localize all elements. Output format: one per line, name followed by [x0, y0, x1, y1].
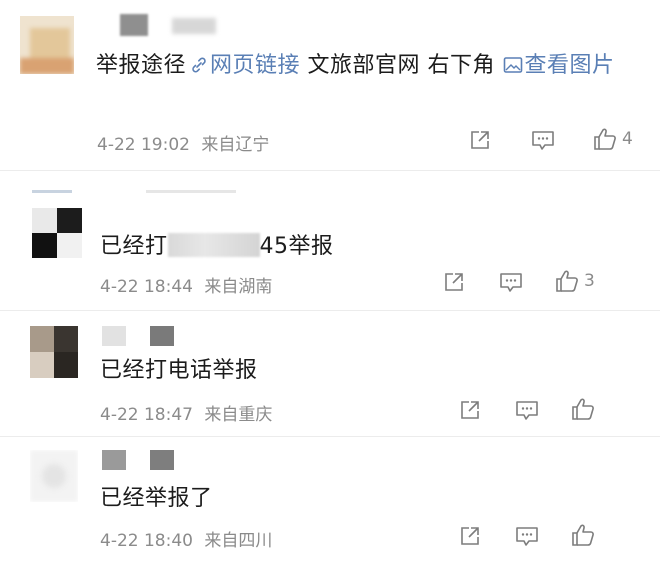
comment-time: 4-22 19:02: [97, 135, 190, 155]
share-icon: [471, 131, 489, 149]
comment-meta: 4-22 19:02 来自辽宁: [97, 130, 269, 155]
view-image-label: 查看图片: [524, 53, 615, 78]
comment-item: 已经打 45举报 4-22 18:44 来自湖南 3: [0, 172, 660, 308]
comment-time: 4-22 18:44: [100, 277, 193, 297]
web-link[interactable]: 网页链接: [186, 53, 300, 78]
comment-text: 已经举报了: [100, 486, 213, 511]
comment-location: 来自湖南: [204, 277, 273, 297]
comment-item: 举报途径 网页链接 文旅部官网 右下角 查看图片 4-22 19:02 来自辽宁 …: [0, 0, 660, 170]
comment-text-prefix: 举报途径: [96, 53, 187, 78]
like-button[interactable]: [570, 522, 600, 548]
comment-icon: [500, 273, 522, 292]
like-count: 3: [584, 271, 595, 291]
share-button[interactable]: [458, 398, 482, 422]
comment-meta: 4-22 18:40 来自四川: [100, 526, 272, 551]
like-button[interactable]: [570, 396, 600, 422]
view-image-link[interactable]: 查看图片: [503, 53, 615, 78]
comment-icon: [516, 527, 538, 546]
reply-button[interactable]: [514, 398, 540, 422]
comment-time: 4-22 18:40: [100, 531, 193, 551]
web-link-label: 网页链接: [210, 53, 301, 78]
share-icon: [461, 401, 479, 419]
share-button[interactable]: [468, 128, 492, 152]
comment-meta: 4-22 18:44 来自湖南: [100, 272, 272, 297]
comment-item: 已经打电话举报 4-22 18:47 来自重庆: [0, 312, 660, 434]
username[interactable]: [102, 326, 182, 346]
divider: [0, 310, 660, 311]
reply-button[interactable]: [498, 270, 524, 294]
share-icon: [445, 273, 463, 291]
link-icon: [192, 57, 206, 73]
comment-text: 已经打电话举报: [100, 358, 258, 383]
comment-icon: [516, 401, 538, 420]
avatar[interactable]: [30, 326, 78, 378]
redacted-number: [167, 233, 260, 257]
comment-text: 已经打 45举报: [100, 228, 334, 260]
like-count: 4: [622, 129, 633, 149]
comment-icon: [532, 131, 554, 150]
comment-location: 来自辽宁: [201, 135, 270, 155]
avatar[interactable]: [30, 450, 78, 502]
image-icon: [503, 57, 522, 73]
avatar[interactable]: [20, 16, 74, 74]
reply-button[interactable]: [514, 524, 540, 548]
reply-button[interactable]: [530, 128, 556, 152]
share-button[interactable]: [458, 524, 482, 548]
username[interactable]: [120, 14, 220, 36]
comment-location: 来自四川: [204, 531, 273, 551]
like-button[interactable]: 3: [554, 268, 595, 294]
divider: [0, 436, 660, 437]
share-button[interactable]: [442, 270, 466, 294]
comment-text-prefix: 已经打: [100, 234, 168, 259]
comment-meta: 4-22 18:47 来自重庆: [100, 400, 272, 425]
like-button[interactable]: 4: [592, 126, 633, 152]
thumbs-up-icon: [556, 270, 578, 292]
divider: [0, 170, 660, 171]
comment-text-suffix: 45举报: [259, 234, 334, 259]
thumbs-up-icon: [594, 128, 616, 150]
username[interactable]: [102, 450, 182, 470]
share-icon: [461, 527, 479, 545]
comment-item: 已经举报了 4-22 18:40 来自四川: [0, 438, 660, 566]
thumbs-up-icon: [572, 524, 594, 546]
comment-time: 4-22 18:47: [100, 405, 193, 425]
avatar[interactable]: [32, 208, 82, 258]
comment-text: 举报途径 网页链接 文旅部官网 右下角 查看图片: [96, 48, 636, 84]
thumbs-up-icon: [572, 398, 594, 420]
comment-location: 来自重庆: [204, 405, 273, 425]
comment-text-mid: 文旅部官网 右下角: [300, 53, 503, 78]
